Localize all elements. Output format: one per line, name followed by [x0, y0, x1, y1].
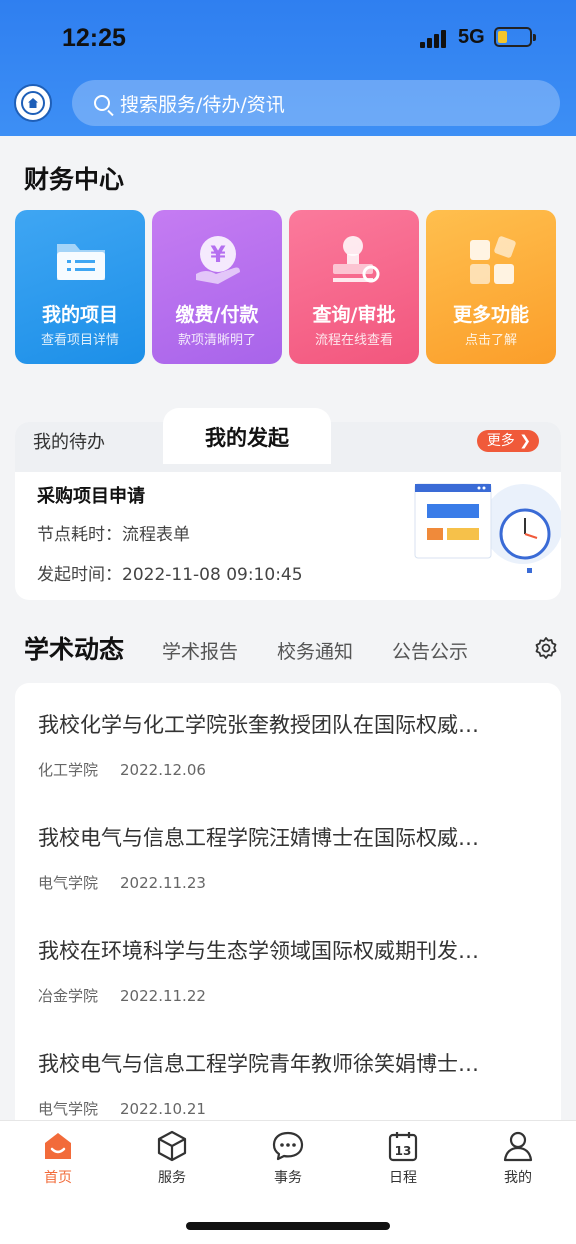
tab-my-initiated[interactable]: 我的发起	[163, 408, 331, 464]
tile-subtitle: 查看项目详情	[40, 333, 119, 348]
news-item-source: 电气学院	[38, 874, 99, 892]
news-item-date: 2022.11.22	[120, 987, 206, 1005]
tile-subtitle: 点击了解	[464, 333, 517, 348]
news-item[interactable]: 我校在环境科学与生态学领域国际权威期刊发… 冶金学院 2022.11.22	[38, 935, 538, 1006]
network-label: 5G	[458, 26, 485, 48]
search-icon	[94, 95, 110, 111]
search-placeholder: 搜索服务/待办/资讯	[120, 93, 285, 116]
task-title[interactable]: 采购项目申请	[37, 482, 145, 508]
status-time: 12:25	[62, 24, 126, 52]
calendar-icon: 13	[388, 1132, 418, 1162]
nav-item-me[interactable]: 我的	[478, 1129, 558, 1187]
user-icon	[503, 1131, 533, 1162]
home-indicator[interactable]	[186, 1222, 390, 1230]
news-tab-announcements[interactable]: 公告公示	[392, 637, 468, 664]
chat-icon	[272, 1131, 304, 1161]
news-item-date: 2022.11.23	[120, 874, 206, 892]
tile-title: 更多功能	[452, 304, 529, 326]
calendar-day: 13	[395, 1144, 412, 1158]
nav-item-home[interactable]: 首页	[18, 1129, 98, 1187]
settings-gear-icon[interactable]	[534, 636, 558, 660]
university-logo[interactable]	[14, 84, 52, 122]
stamp-icon	[333, 236, 380, 283]
cube-icon	[157, 1130, 187, 1162]
nav-item-affairs[interactable]: 事务	[248, 1129, 328, 1187]
tab-my-todo[interactable]: 我的待办	[33, 428, 105, 454]
news-item-source: 冶金学院	[38, 987, 99, 1005]
tile-payment[interactable]: ¥ 缴费/付款 款项清晰明了	[152, 210, 282, 364]
nav-label: 我的	[504, 1170, 532, 1186]
tile-subtitle: 款项清晰明了	[177, 333, 256, 348]
task-node-time: 节点耗时：流程表单	[37, 525, 190, 545]
news-item-title: 我校在环境科学与生态学领域国际权威期刊发…	[38, 939, 479, 963]
status-bar: 12:25 5G	[0, 0, 576, 76]
nav-label: 事务	[274, 1170, 302, 1186]
search-bar[interactable]: 搜索服务/待办/资讯	[72, 80, 560, 126]
yuan-hand-icon: ¥	[196, 236, 240, 284]
news-item-title: 我校化学与化工学院张奎教授团队在国际权威…	[38, 713, 479, 737]
news-item[interactable]: 我校电气与信息工程学院青年教师徐笑娟博士… 电气学院 2022.10.21	[38, 1048, 538, 1119]
nav-item-services[interactable]: 服务	[132, 1129, 212, 1187]
tile-more-functions[interactable]: 更多功能 点击了解	[426, 210, 556, 364]
nav-label: 首页	[44, 1170, 72, 1186]
tile-my-projects[interactable]: 我的项目 查看项目详情	[15, 210, 145, 364]
nav-item-schedule[interactable]: 13 日程	[363, 1129, 443, 1187]
tile-query-approval[interactable]: 查询/审批 流程在线查看	[289, 210, 419, 364]
news-item-date: 2022.10.21	[120, 1100, 206, 1118]
document-clock-illustration	[414, 483, 561, 573]
news-item-title: 我校电气与信息工程学院青年教师徐笑娟博士…	[38, 1052, 479, 1076]
tile-title: 我的项目	[41, 304, 118, 326]
tasks-card: 我的待办 我的发起 更多 ❯ 采购项目申请 节点耗时：流程表单 发起时间：202…	[15, 408, 561, 600]
tile-title: 缴费/付款	[175, 304, 259, 326]
news-item[interactable]: 我校化学与化工学院张奎教授团队在国际权威… 化工学院 2022.12.06	[38, 709, 538, 780]
news-tab-notices[interactable]: 校务通知	[277, 637, 353, 664]
home-icon	[45, 1133, 71, 1159]
nav-label: 服务	[158, 1170, 186, 1186]
news-tab-reports[interactable]: 学术报告	[162, 637, 238, 664]
folder-icon	[57, 244, 105, 280]
task-start-time: 发起时间：2022-11-08 09:10:45	[37, 565, 303, 585]
news-item-source: 电气学院	[38, 1100, 99, 1118]
news-item-title: 我校电气与信息工程学院汪婧博士在国际权威…	[38, 826, 479, 850]
svg-text:¥: ¥	[210, 243, 226, 268]
news-item[interactable]: 我校电气与信息工程学院汪婧博士在国际权威… 电气学院 2022.11.23	[38, 822, 538, 893]
app-header: 12:25 5G 搜索服务/待办/资讯	[0, 0, 576, 136]
battery-icon	[494, 27, 536, 47]
news-title[interactable]: 学术动态	[24, 630, 124, 666]
news-item-date: 2022.12.06	[120, 761, 206, 779]
tile-title: 查询/审批	[312, 304, 396, 326]
news-item-source: 化工学院	[38, 761, 99, 779]
tile-subtitle: 流程在线查看	[314, 333, 393, 348]
news-list: 我校化学与化工学院张奎教授团队在国际权威… 化工学院 2022.12.06 我校电…	[15, 683, 561, 1133]
nav-label: 日程	[389, 1170, 417, 1186]
signal-icon	[420, 30, 450, 48]
finance-title: 财务中心	[24, 165, 125, 194]
apps-grid-icon	[470, 236, 516, 284]
more-button[interactable]: 更多 ❯	[476, 430, 539, 452]
chevron-right-icon: ❯	[519, 433, 531, 449]
